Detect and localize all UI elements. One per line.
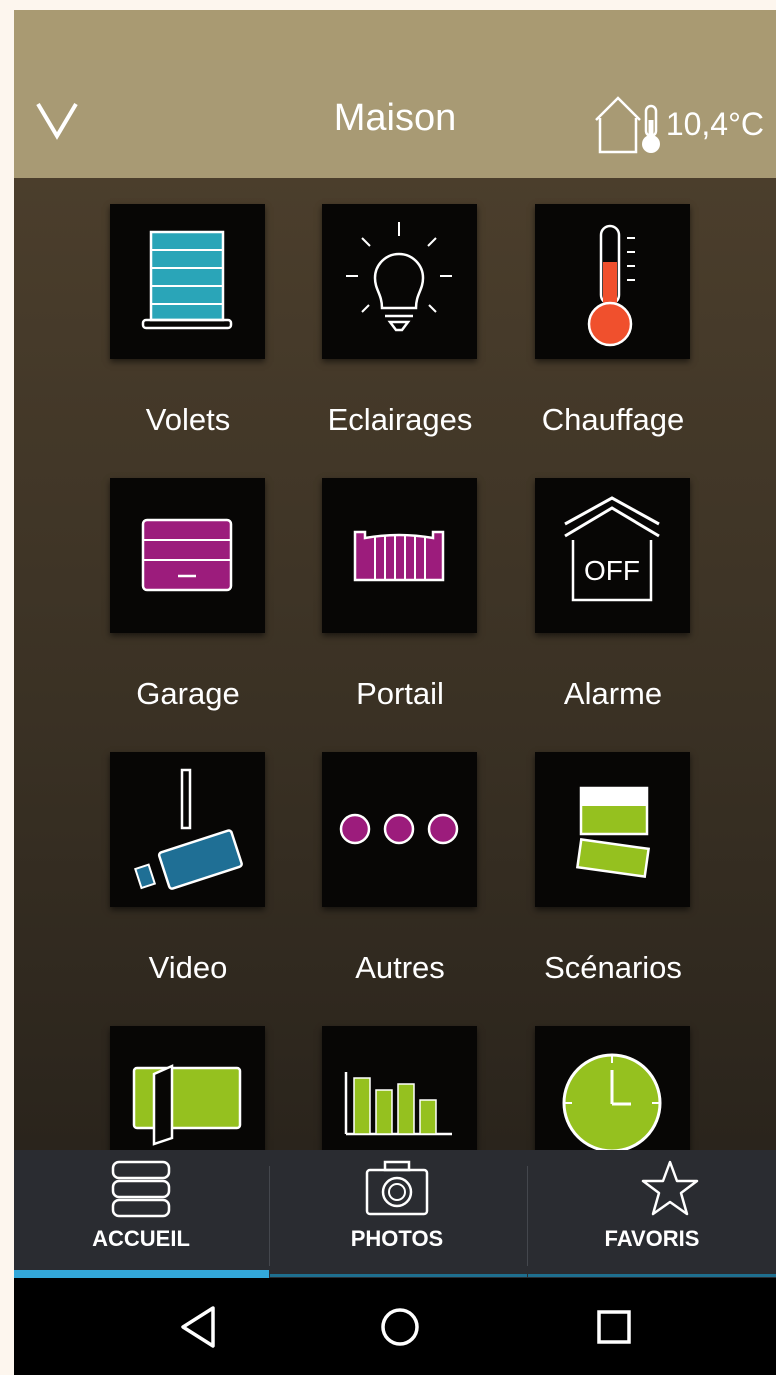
alarm-house-icon: OFF [564,496,660,602]
tile-chauffage[interactable] [535,204,690,359]
garage-door-icon [141,518,233,592]
camera-photo-icon [365,1160,429,1216]
tile-portail[interactable] [322,478,477,633]
home-circle-icon[interactable] [370,1278,430,1375]
tile-grid: Volets Eclairages Chauffage Garage Porta… [14,178,776,1150]
tile-door[interactable] [110,1026,265,1150]
temperature-indicator[interactable]: 10,4°C [592,92,764,156]
tile-label: Chauffage [541,402,685,437]
tab-active-indicator [14,1270,269,1278]
thermometer-icon [587,224,635,347]
star-icon [641,1160,699,1216]
tab-accueil[interactable]: ACCUEIL [14,1150,269,1278]
stack-icon [111,1160,171,1218]
back-triangle-icon[interactable] [169,1278,229,1375]
phone-screen: Maison 10,4°C Volets Eclairages Chauffag… [14,10,776,1375]
gate-icon [353,530,445,582]
camera-icon [134,768,243,890]
tile-alarme[interactable]: OFF [535,478,690,633]
tile-volets[interactable] [110,204,265,359]
bar-chart-icon [344,1072,452,1136]
system-navigation-bar [14,1278,776,1375]
tab-label: FAVORIS [604,1226,700,1251]
tile-label: Autres [355,950,445,985]
tile-label: Portail [356,676,444,711]
tile-consumption[interactable] [322,1026,477,1150]
tab-indicator [528,1274,776,1277]
tile-garage[interactable] [110,478,265,633]
bottom-tab-bar: ACCUEIL PHOTOS FAVORIS [14,1150,776,1278]
tab-indicator [270,1274,527,1277]
alarm-status-text: OFF [584,555,640,586]
scenarios-icon [575,786,651,879]
door-icon [132,1064,242,1146]
tab-label: ACCUEIL [92,1226,190,1251]
tab-label: PHOTOS [350,1226,444,1251]
house-thermometer-icon [594,96,660,154]
tab-photos[interactable]: PHOTOS [270,1150,527,1278]
tile-label: Eclairages [327,402,473,437]
tile-label: Alarme [563,676,663,711]
tile-video[interactable] [110,752,265,907]
tile-label: Garage [136,676,240,711]
status-bar [14,10,776,60]
tile-label: Volets [145,402,231,437]
temperature-value: 10,4°C [665,105,764,142]
shutter-icon [141,230,233,330]
recents-square-icon[interactable] [584,1278,644,1375]
tile-label: Video [148,950,228,985]
tile-scenarios[interactable] [535,752,690,907]
tile-eclairages[interactable] [322,204,477,359]
tile-clock[interactable] [535,1026,690,1150]
clock-icon [562,1053,662,1150]
lightbulb-icon [346,222,452,332]
tab-favoris[interactable]: FAVORIS [528,1150,776,1278]
more-dots-icon [339,813,459,845]
tile-label: Scénarios [544,950,682,985]
tile-autres[interactable] [322,752,477,907]
